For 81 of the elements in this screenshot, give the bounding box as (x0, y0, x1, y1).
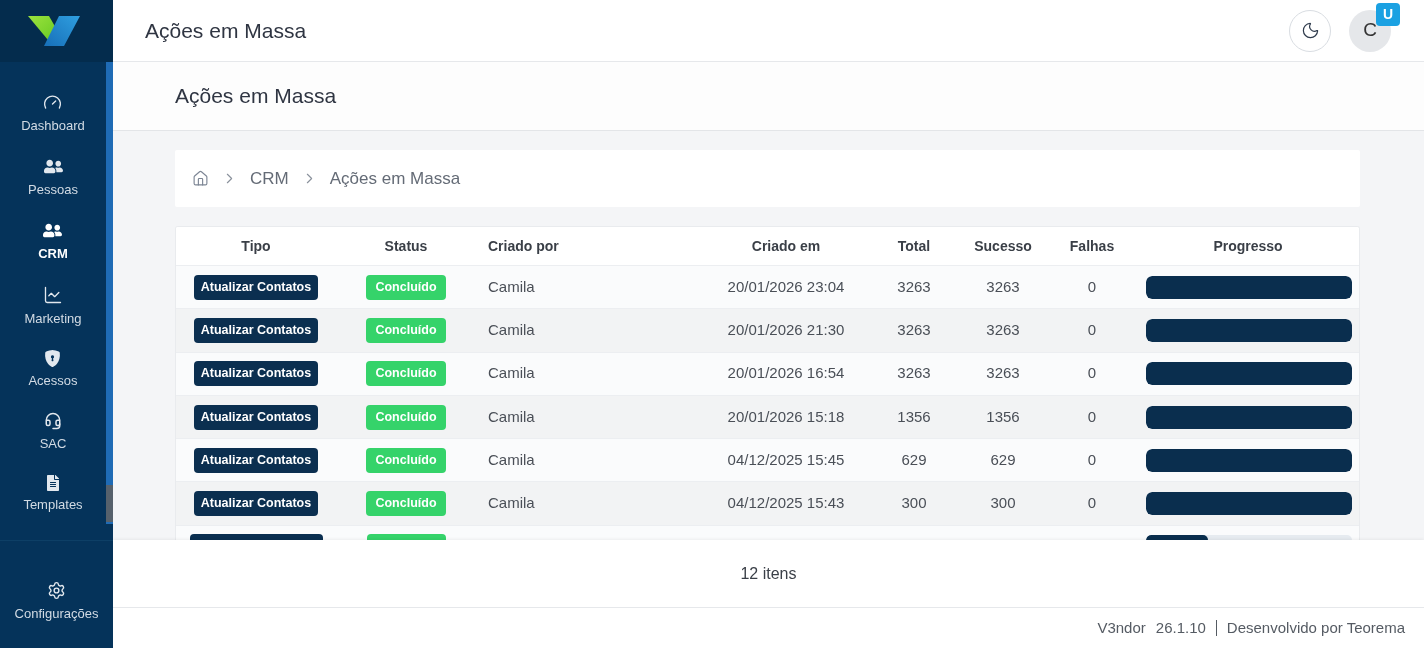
table-cell-text: 0 (1087, 406, 1097, 427)
table-cell-text: Camila (488, 406, 535, 427)
table-cell-text: Camila (488, 493, 535, 514)
table-cell-text: 3263 (986, 276, 1020, 297)
table-cell-text: 0 (1087, 493, 1097, 514)
status-badge: Concluído (366, 447, 446, 473)
type-badge: Atualizar Contatos (193, 404, 319, 430)
column-header: Criado por (488, 236, 559, 256)
column-header: Progresso (1213, 236, 1283, 256)
column-header: Total (897, 236, 931, 256)
table-cell-text: 20/01/2026 15:18 (727, 406, 845, 427)
page-title: Ações em Massa (175, 83, 337, 110)
table-cell-text: 300 (901, 493, 927, 514)
sidebar-item[interactable]: Marketing (24, 285, 82, 327)
table-cell-text: 0 (1087, 450, 1097, 471)
table-cell-text: 04/12/2025 15:45 (727, 450, 845, 471)
user-badge: U (1376, 2, 1400, 26)
table-cell-text: Camila (488, 276, 535, 297)
status-badge: Concluído (366, 404, 446, 430)
table-cell-text: 3263 (897, 276, 931, 297)
table-cell-text: 1356 (986, 406, 1020, 427)
column-header: Tipo (241, 236, 271, 256)
credit-text: Desenvolvido por Teorema (1226, 617, 1405, 638)
headset-icon (44, 412, 62, 430)
sidebar-item[interactable]: Acessos (28, 350, 78, 389)
breadcrumb-link[interactable]: CRM (250, 165, 289, 192)
table-cell-text: 20/01/2026 16:54 (727, 363, 845, 384)
table-cell-text: 0 (1087, 363, 1097, 384)
sidebar-item[interactable]: Templates (23, 475, 83, 513)
table-cell-text: 1356 (897, 406, 931, 427)
table-cell-text: 3263 (897, 320, 931, 341)
theme-toggle-button[interactable] (1289, 9, 1331, 52)
logo (27, 16, 80, 46)
table-cell-text: Camila (488, 363, 535, 384)
table-cell-text: 629 (990, 450, 1016, 471)
moon-icon (1300, 21, 1320, 40)
type-badge: Atualizar Contatos (193, 361, 319, 387)
table-cell-text: Camila (488, 450, 535, 471)
table-cell-text: 300 (990, 493, 1016, 514)
item-count: 12 itens (740, 563, 797, 584)
sidebar-item[interactable]: CRM (38, 221, 68, 262)
status-badge: Concluído (366, 317, 446, 343)
scrollbar-thumb[interactable] (106, 485, 113, 522)
header-title: Ações em Massa (145, 17, 307, 44)
column-header: Sucesso (974, 236, 1032, 256)
table-cell-text: 20/01/2026 23:04 (727, 276, 845, 297)
column-header: Status (384, 236, 428, 256)
sidebar-item[interactable]: Pessoas (28, 157, 78, 198)
sidebar-item[interactable]: Configurações (14, 581, 99, 622)
table-cell-text: 0 (1087, 320, 1097, 341)
sidebar-item[interactable]: SAC (39, 412, 67, 452)
table-cell-text: 3263 (897, 363, 931, 384)
table-cell-text: 3263 (986, 363, 1020, 384)
type-badge: Atualizar Contatos (193, 317, 319, 343)
status-badge: Concluído (366, 361, 446, 387)
users-icon (43, 157, 63, 176)
table-cell-text: 629 (901, 450, 927, 471)
line-chart-icon (43, 285, 63, 305)
column-header: Criado em (751, 236, 821, 256)
app-name: V3ndor (1097, 617, 1146, 638)
document-icon (45, 475, 61, 491)
status-badge: Concluído (366, 491, 446, 517)
type-badge: Atualizar Contatos (193, 447, 319, 473)
table-cell-text: 3263 (986, 320, 1020, 341)
scrollbar-track[interactable] (106, 62, 113, 524)
home-icon[interactable] (192, 170, 209, 187)
sidebar-item[interactable]: Dashboard (21, 93, 85, 134)
column-header: Falhas (1069, 236, 1115, 256)
settings-icon (47, 581, 66, 600)
shield-icon (44, 350, 62, 367)
table-cell-text: 0 (1087, 276, 1097, 297)
status-badge: Concluído (366, 274, 446, 300)
users-icon (43, 221, 63, 240)
gauge-icon (43, 93, 63, 112)
type-badge: Atualizar Contatos (193, 491, 319, 517)
breadcrumb-current: Ações em Massa (329, 167, 461, 190)
table-cell-text: Camila (488, 320, 535, 341)
table-cell-text: 04/12/2025 15:43 (727, 493, 845, 514)
app-version: 26.1.10 (1155, 617, 1206, 638)
table-cell-text: 20/01/2026 21:30 (727, 320, 845, 341)
type-badge: Atualizar Contatos (193, 274, 319, 300)
